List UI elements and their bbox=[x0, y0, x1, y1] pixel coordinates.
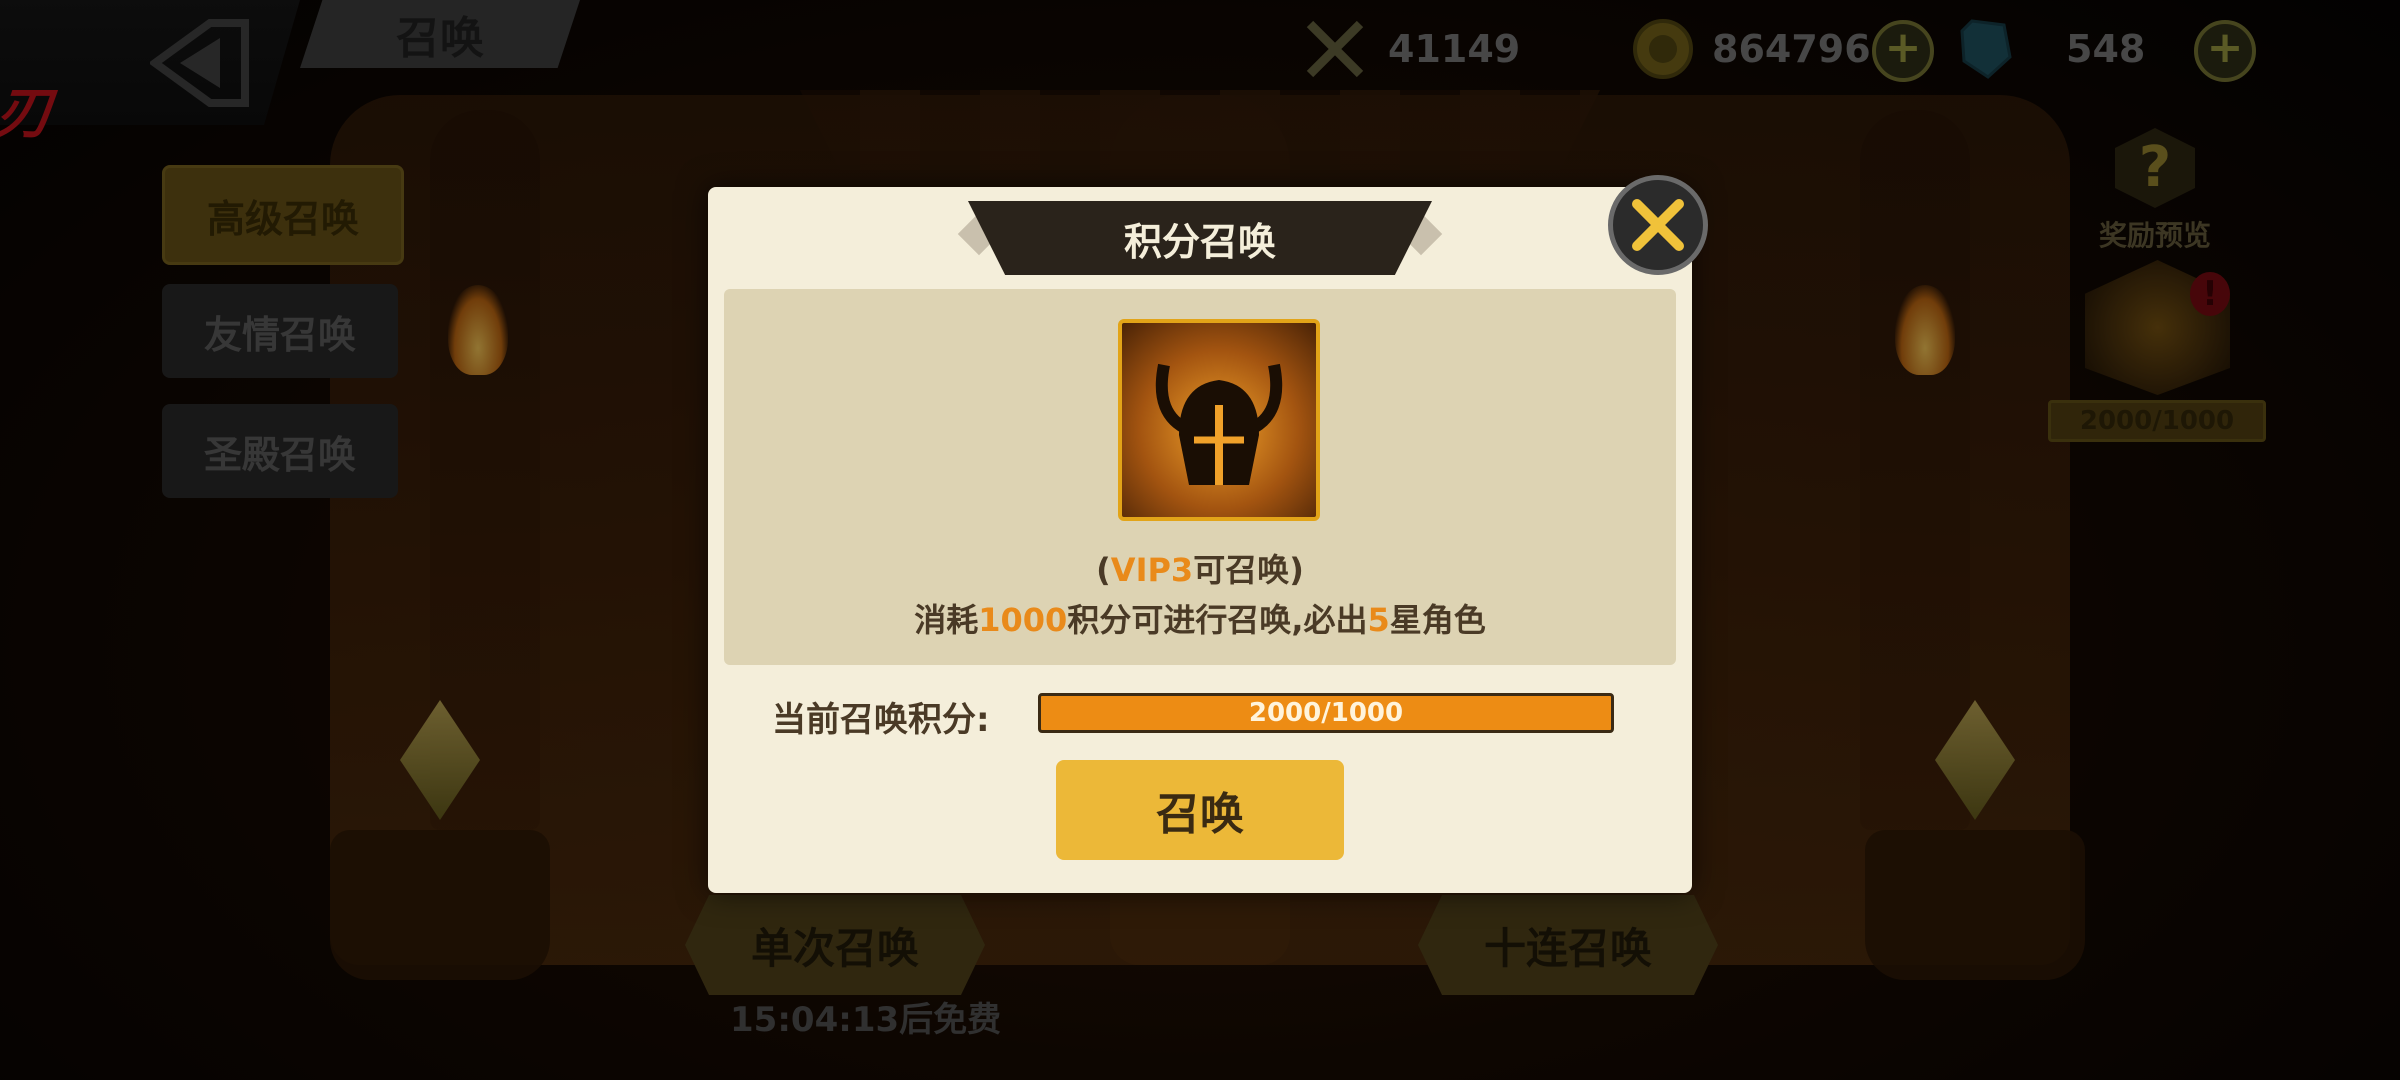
summon-description: 消耗1000积分可进行召唤,必出5星角色 bbox=[724, 595, 1676, 641]
desc-part2: 积分可进行召唤,必出 bbox=[1067, 601, 1368, 639]
points-summon-dialog: 积分召唤 (VIP3可召唤) 消耗1000积分可进行召唤,必出5星角色 当前召唤… bbox=[708, 175, 1708, 893]
reward-info-panel: (VIP3可召唤) 消耗1000积分可进行召唤,必出5星角色 bbox=[724, 289, 1676, 665]
vip-suffix: 可召唤) bbox=[1193, 551, 1304, 589]
progress-text: 2000/1000 bbox=[1248, 698, 1404, 728]
star-level: 5 bbox=[1367, 601, 1390, 639]
desc-part3: 星角色 bbox=[1389, 601, 1486, 639]
dialog-title: 积分召唤 bbox=[968, 201, 1432, 275]
vip-level: VIP3 bbox=[1110, 551, 1194, 589]
horned-helmet-icon bbox=[1155, 363, 1283, 485]
helmet-icon bbox=[1118, 319, 1320, 521]
current-points-label: 当前召唤积分: bbox=[772, 700, 990, 740]
close-button[interactable] bbox=[1608, 175, 1708, 275]
desc-part1: 消耗 bbox=[914, 601, 979, 639]
summon-button[interactable]: 召唤 bbox=[1056, 760, 1344, 860]
points-progress-bar: 2000/1000 bbox=[1038, 693, 1614, 733]
points-cost: 1000 bbox=[978, 601, 1068, 639]
vip-requirement: (VIP3可召唤) bbox=[724, 545, 1676, 591]
summon-screen: 召唤 刃 41149 864796 + 548 + 高级召唤 友情召唤 圣殿召唤… bbox=[0, 0, 2400, 1080]
close-icon bbox=[1632, 199, 1684, 251]
paren-open: ( bbox=[1096, 551, 1111, 589]
